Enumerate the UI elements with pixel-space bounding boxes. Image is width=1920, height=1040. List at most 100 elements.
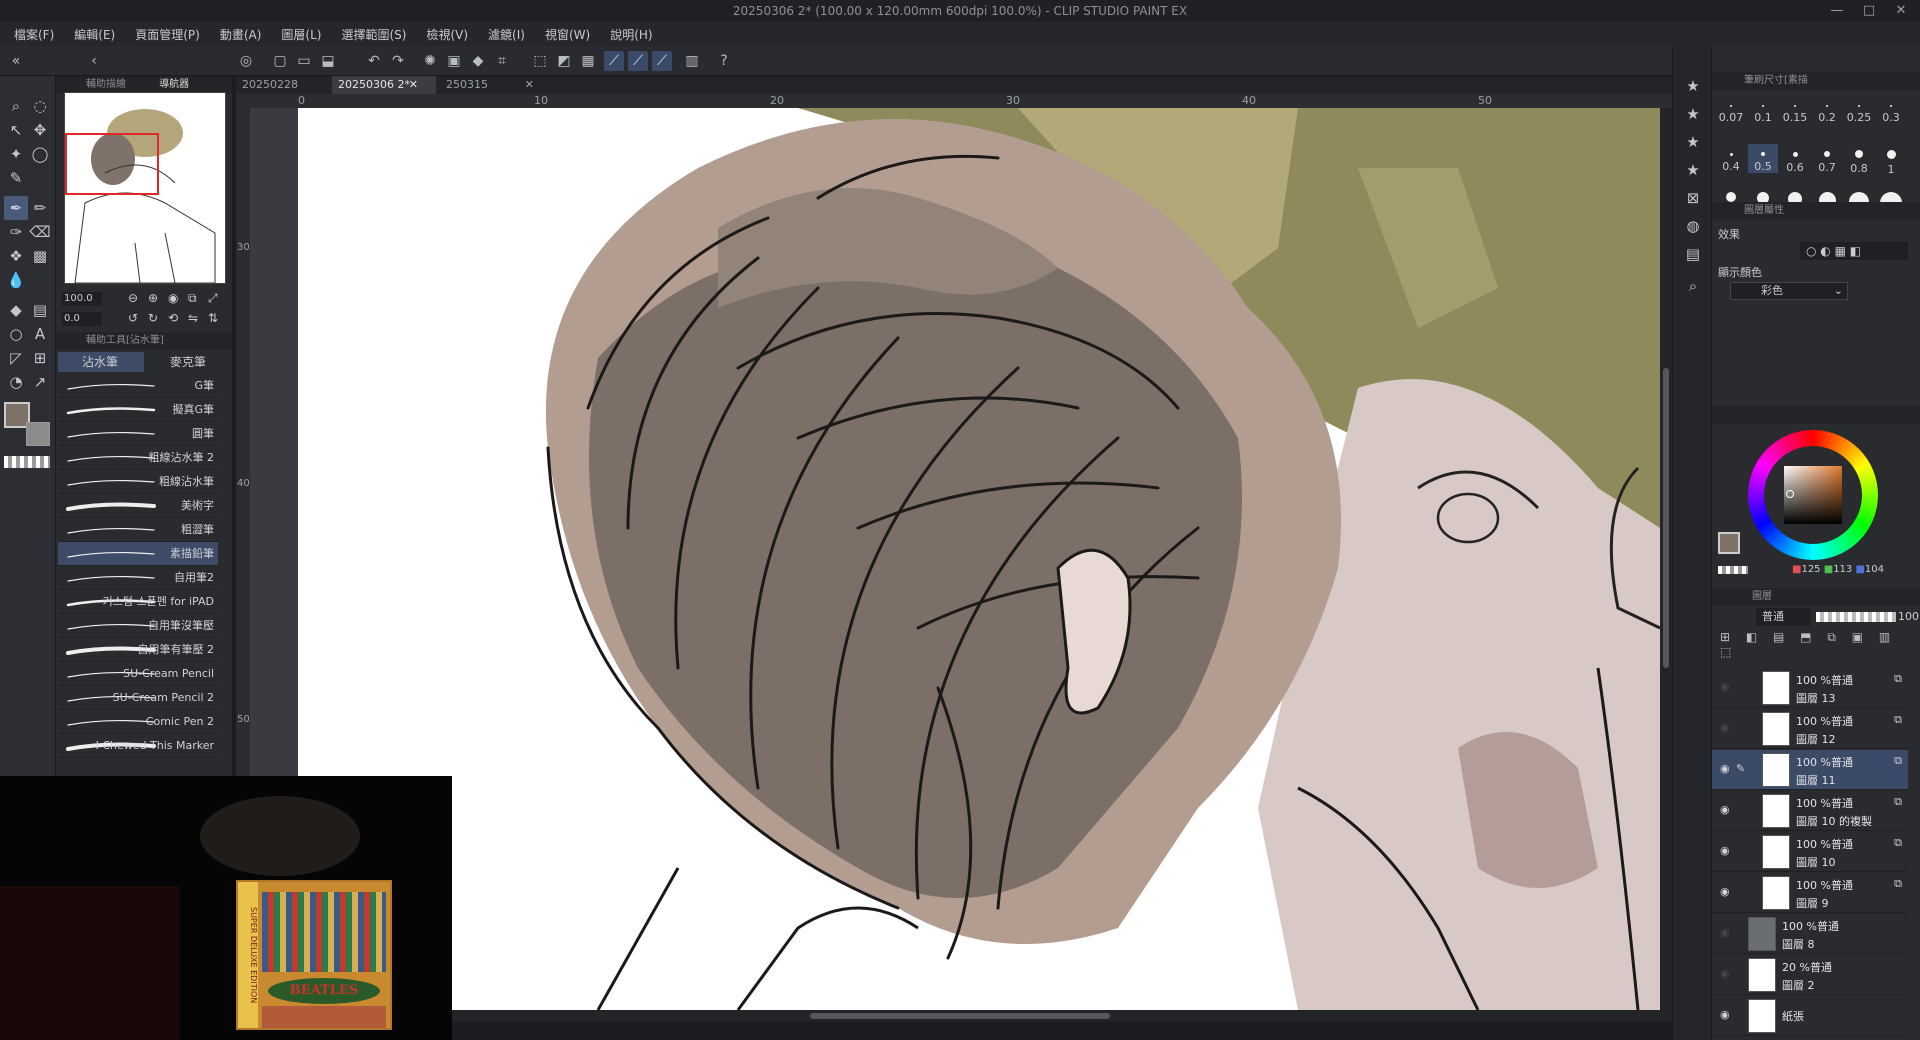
open-file-icon[interactable]: ▭ xyxy=(294,51,314,71)
brush-item[interactable]: G筆 xyxy=(58,374,218,398)
layer-row[interactable]: ◉ 紙張 xyxy=(1712,996,1908,1036)
pencil-icon[interactable]: ✏ xyxy=(28,196,52,220)
vertical-scrollbar[interactable] xyxy=(1660,108,1672,1010)
close-icon[interactable]: ✕ xyxy=(409,76,418,94)
brush-size-option[interactable]: 0.4 xyxy=(1716,144,1746,173)
rotate-right-icon[interactable]: ↻ xyxy=(148,311,158,325)
subtool-tab-marker[interactable]: 麥克筆 xyxy=(146,352,226,372)
nav-rotate-value[interactable]: 0.0 xyxy=(62,312,102,326)
zoom-out-icon[interactable]: ⊖ xyxy=(128,291,138,305)
layer-row[interactable]: ◉ 100 %普通 圖層 8 xyxy=(1712,914,1908,954)
brush-size-option[interactable]: 0.2 xyxy=(1812,96,1842,124)
layer-row[interactable]: ◉ 100 %普通 圖層 13 ⧉ xyxy=(1712,668,1908,708)
brush-item[interactable]: 素描鉛筆 xyxy=(58,542,218,566)
menu-file[interactable]: 檔案(F) xyxy=(14,26,54,43)
special-ruler-snap-icon[interactable]: ⟋ xyxy=(628,51,648,71)
brush-item[interactable]: 粗線沾水筆 xyxy=(58,470,218,494)
material-icon[interactable]: ★ xyxy=(1681,130,1705,154)
eye-icon[interactable]: ◉ xyxy=(1720,967,1730,980)
brush-item[interactable]: 美術字 xyxy=(58,494,218,518)
selection-icon[interactable]: ◯ xyxy=(28,142,52,166)
layer-toolbar[interactable]: ⊞ ◧ ▤ ⬒ ⧉ ▣ ▥ ⬚ xyxy=(1720,630,1916,659)
flip-vertical-icon[interactable]: ⇅ xyxy=(208,311,218,325)
menu-selection[interactable]: 選擇範圍(S) xyxy=(341,26,406,43)
display-color-select[interactable]: 彩色 ⌄ xyxy=(1730,282,1848,300)
lasso-icon[interactable]: ◌ xyxy=(28,94,52,118)
eye-icon[interactable]: ◉ xyxy=(1720,885,1730,898)
layer-row[interactable]: ◉ ✎ 100 %普通 圖層 11 ⧉ xyxy=(1712,750,1908,790)
brush-item[interactable]: 粗澀筆 xyxy=(58,518,218,542)
rotate-left-icon[interactable]: ↺ xyxy=(128,311,138,325)
figure-icon[interactable]: ○ xyxy=(4,322,28,346)
text-icon[interactable]: A xyxy=(28,322,52,346)
tab-250315[interactable]: 250315 ✕ xyxy=(440,76,536,94)
invert-selection-icon[interactable]: ◩ xyxy=(554,51,574,71)
brush-size-option[interactable]: 0.6 xyxy=(1780,144,1810,174)
deselect-icon[interactable]: ⬚ xyxy=(530,51,550,71)
maximize-button[interactable]: □ xyxy=(1858,0,1880,22)
collapse-icon[interactable]: « xyxy=(6,51,26,71)
fit-window-icon[interactable]: ⤢ xyxy=(208,291,218,306)
move-icon[interactable]: ✥ xyxy=(28,118,52,142)
flip-horizontal-icon[interactable]: ⇋ xyxy=(188,311,198,325)
close-button[interactable]: ✕ xyxy=(1890,0,1912,22)
brush-item[interactable]: 커스텀 스푼펜 for iPAD xyxy=(58,590,218,614)
sub-color-swatch[interactable] xyxy=(26,422,50,446)
eye-icon[interactable]: ◉ xyxy=(1720,721,1730,734)
horizontal-scrollbar[interactable] xyxy=(250,1010,1672,1022)
grid-snap-icon[interactable]: ⟋ xyxy=(652,51,672,71)
show-selection-icon[interactable]: ▦ xyxy=(578,51,598,71)
clear-outside-icon[interactable]: ▣ xyxy=(444,51,464,71)
fill-bucket-icon[interactable]: ◆ xyxy=(4,298,28,322)
opacity-slider[interactable] xyxy=(1816,612,1896,622)
brush-item[interactable]: 擬真G筆 xyxy=(58,398,218,422)
decoration-icon[interactable]: ▩ xyxy=(28,244,52,268)
blend-mode-select[interactable]: 普通 xyxy=(1756,608,1810,626)
fit-icon[interactable]: ⧉ xyxy=(188,291,197,306)
help-icon[interactable]: ? xyxy=(714,51,734,71)
menu-edit[interactable]: 編輯(E) xyxy=(74,26,115,43)
airbrush-icon[interactable]: ❖ xyxy=(4,244,28,268)
actual-size-icon[interactable]: ◉ xyxy=(168,291,178,305)
eye-icon[interactable]: ◉ xyxy=(1720,1008,1730,1021)
layer-tab[interactable]: 圖層 xyxy=(1752,591,1772,602)
device-icon[interactable]: ▥ xyxy=(682,51,702,71)
eye-icon[interactable]: ◉ xyxy=(1720,680,1730,693)
brush-size-option[interactable]: 0.5 xyxy=(1748,144,1778,173)
brush-item[interactable]: 自用筆沒筆壓 xyxy=(58,614,218,638)
correct-line-icon[interactable]: ↗ xyxy=(28,370,52,394)
tab-sub-tool-detail[interactable]: 輔助描繪 xyxy=(86,79,126,90)
history-icon[interactable]: ▤ xyxy=(1681,242,1705,266)
zoom-icon[interactable]: ⌕ xyxy=(4,94,28,118)
menu-animation[interactable]: 動畫(A) xyxy=(220,26,262,43)
timeline-icon[interactable]: ⊠ xyxy=(1681,186,1705,210)
tab-navigator[interactable]: 導航器 xyxy=(159,79,189,90)
pen-icon[interactable]: ✒ xyxy=(4,196,28,220)
menu-view[interactable]: 檢視(V) xyxy=(426,26,468,43)
clear-icon[interactable]: ✺ xyxy=(420,51,440,71)
crop-icon[interactable]: ⌗ xyxy=(492,51,512,71)
menu-filter[interactable]: 濾鏡(I) xyxy=(488,26,525,43)
eye-icon[interactable]: ◉ xyxy=(1720,762,1730,775)
tab-20250306-2[interactable]: 20250306 2* ✕ xyxy=(332,76,436,94)
tab-20250228[interactable]: 20250228 xyxy=(236,76,328,94)
layer-row[interactable]: ◉ 20 %普通 圖層 2 xyxy=(1712,955,1908,995)
redo-icon[interactable]: ↷ xyxy=(388,51,408,71)
scroll-thumb[interactable] xyxy=(810,1013,1110,1019)
brush-item[interactable]: SU-Cream Pencil 2 xyxy=(58,686,218,710)
menu-help[interactable]: 說明(H) xyxy=(610,26,652,43)
navigator-preview[interactable] xyxy=(64,92,226,284)
back-icon[interactable]: ‹ xyxy=(84,51,104,71)
reset-rotation-icon[interactable]: ⟲ xyxy=(168,311,178,325)
transparent-swatch[interactable] xyxy=(4,456,50,468)
effect-buttons[interactable]: ○ ◐ ▦ ◧ xyxy=(1800,242,1908,260)
undo-icon[interactable]: ↶ xyxy=(364,51,384,71)
layer-row[interactable]: ◉ 100 %普通 圖層 10 ⧉ xyxy=(1712,832,1908,872)
brush-icon[interactable]: ✑ xyxy=(4,220,28,244)
zoom-in-icon[interactable]: ⊕ xyxy=(148,291,158,305)
layer-row[interactable]: ◉ 100 %普通 圖層 10 的複製 ⧉ xyxy=(1712,791,1908,831)
brush-item[interactable]: Comic Pen 2 xyxy=(58,710,218,734)
brush-size-option[interactable]: 0.15 xyxy=(1780,96,1810,124)
material-icon[interactable]: ★ xyxy=(1681,102,1705,126)
brush-item[interactable]: I Chewed This Marker xyxy=(58,734,218,758)
